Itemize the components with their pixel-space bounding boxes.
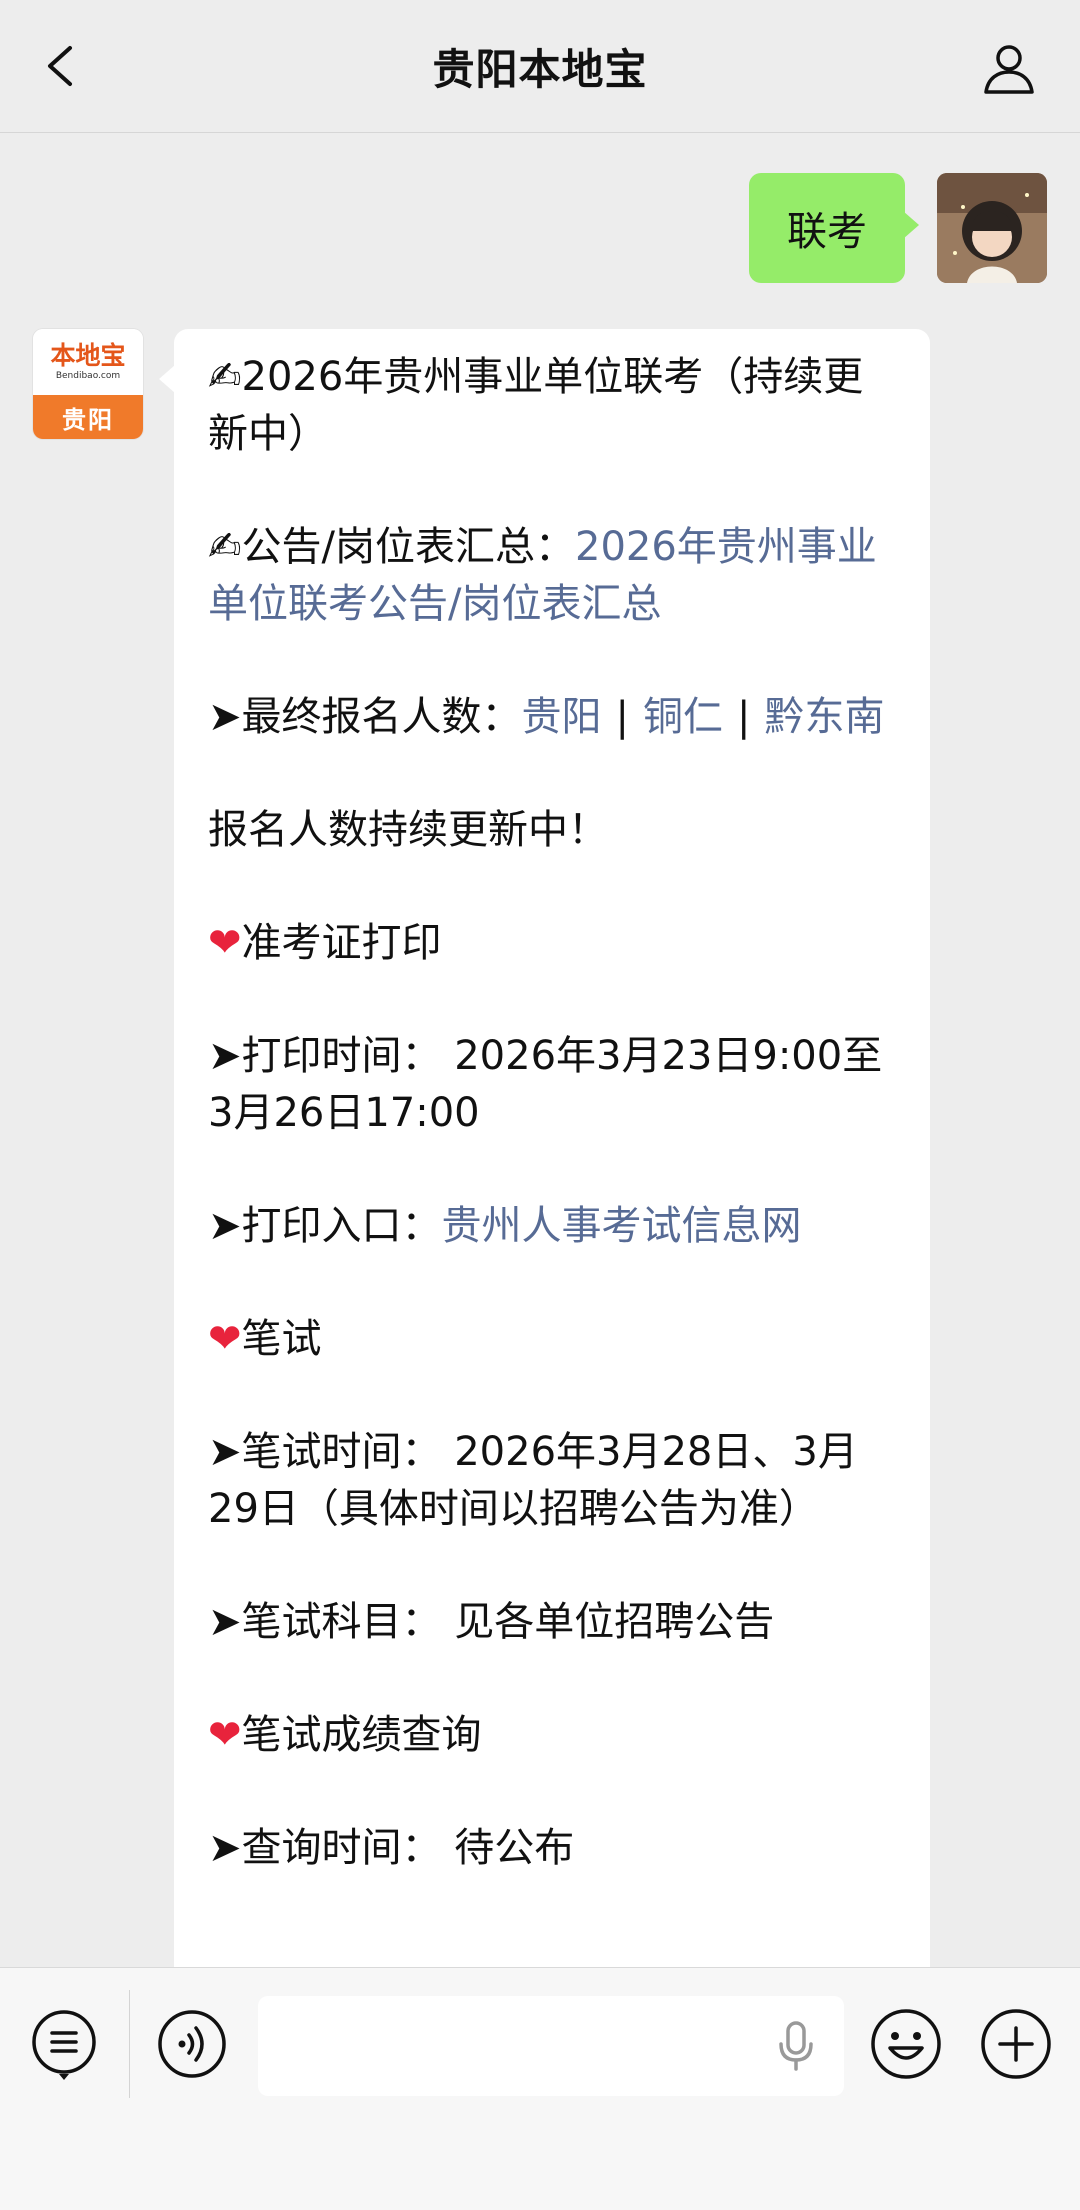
bot-avatar[interactable]: 本地宝 Bendibao.com 贵阳 <box>33 329 143 439</box>
guiyang-link[interactable]: 贵阳 <box>522 694 602 740</box>
heart-icon: ❤ <box>208 920 242 966</box>
person-icon[interactable] <box>978 38 1040 100</box>
message-paragraph-4: 报名人数持续更新中！ <box>208 807 608 853</box>
microphone-icon[interactable] <box>776 2020 816 2072</box>
section-heading-score-query: ❤笔试成绩查询 <box>208 1707 896 1764</box>
toolbar-divider <box>129 1990 130 2098</box>
separator: | <box>737 694 751 740</box>
smiley-icon[interactable] <box>868 2006 944 2082</box>
message-paragraph-5: ➤打印时间： 2026年3月23日9:00至3月26日17:00 <box>208 1033 883 1136</box>
paragraph-text: 2026年贵州事业单位联考（持续更新中） <box>208 354 864 457</box>
plus-icon[interactable] <box>978 2006 1054 2082</box>
section-heading-written-exam: ❤笔试 <box>208 1311 896 1368</box>
user-message-text: 联考 <box>787 209 867 255</box>
separator: | <box>615 694 629 740</box>
user-avatar[interactable] <box>937 173 1047 283</box>
message-input[interactable] <box>258 1996 844 2096</box>
logo-city: 贵阳 <box>33 395 143 439</box>
user-message-bubble[interactable]: 联考 <box>749 173 919 283</box>
message-paragraph-1: ✍2026年贵州事业单位联考（持续更新中） <box>208 349 896 463</box>
message-paragraph-9: ➤查询时间： 待公布 <box>208 1825 575 1871</box>
chat-area[interactable]: 联考 本地宝 Bendibao.com 贵阳 ✍2026年贵州事业单位联考（持续… <box>0 133 1080 1967</box>
brand-logo: 本地宝 Bendibao.com <box>33 329 143 395</box>
section-heading-admission: ❤准考证打印 <box>208 915 896 972</box>
paragraph-text: 公告/岗位表汇总： <box>241 524 575 570</box>
logo-subtext: Bendibao.com <box>55 371 121 381</box>
chat-header: 贵阳本地宝 <box>0 0 1080 133</box>
tongren-link[interactable]: 铜仁 <box>643 694 723 740</box>
message-paragraph-6: ➤打印入口：贵州人事考试信息网 <box>208 1198 896 1255</box>
user-avatar-image <box>937 173 1047 283</box>
list-menu-icon[interactable] <box>28 2006 104 2082</box>
voice-wave-icon[interactable] <box>154 2006 230 2082</box>
exam-site-link[interactable]: 贵州人事考试信息网 <box>442 1203 802 1249</box>
paragraph-text: ➤打印入口： <box>208 1203 442 1249</box>
heart-icon: ❤ <box>208 1316 242 1362</box>
logo-text: 本地宝 <box>50 341 126 370</box>
writing-hand-icon: ✍ <box>208 524 242 570</box>
chevron-left-icon[interactable] <box>34 38 90 94</box>
message-paragraph-2: ✍公告/岗位表汇总：2026年贵州事业单位联考公告/岗位表汇总 <box>208 519 896 633</box>
qiandongnan-link[interactable]: 黔东南 <box>764 694 884 740</box>
message-paragraph-8: ➤笔试科目： 见各单位招聘公告 <box>208 1599 775 1645</box>
paragraph-text: ➤最终报名人数： <box>208 694 522 740</box>
input-bar <box>0 1967 1080 2210</box>
heading-text: 笔试成绩查询 <box>241 1712 482 1758</box>
bot-message-bubble[interactable]: ✍2026年贵州事业单位联考（持续更新中） ✍公告/岗位表汇总：2026年贵州事… <box>174 329 930 1967</box>
heading-text: 笔试 <box>241 1316 322 1362</box>
message-paragraph-3: ➤最终报名人数：贵阳 | 铜仁 | 黔东南 <box>208 689 896 746</box>
chat-title: 贵阳本地宝 <box>432 44 648 94</box>
bubble-tail <box>159 365 175 393</box>
heading-text: 准考证打印 <box>241 920 442 966</box>
message-paragraph-7: ➤笔试时间： 2026年3月28日、3月29日（具体时间以招聘公告为准） <box>208 1429 858 1532</box>
heart-icon: ❤ <box>208 1712 242 1758</box>
writing-hand-icon: ✍ <box>208 354 242 400</box>
